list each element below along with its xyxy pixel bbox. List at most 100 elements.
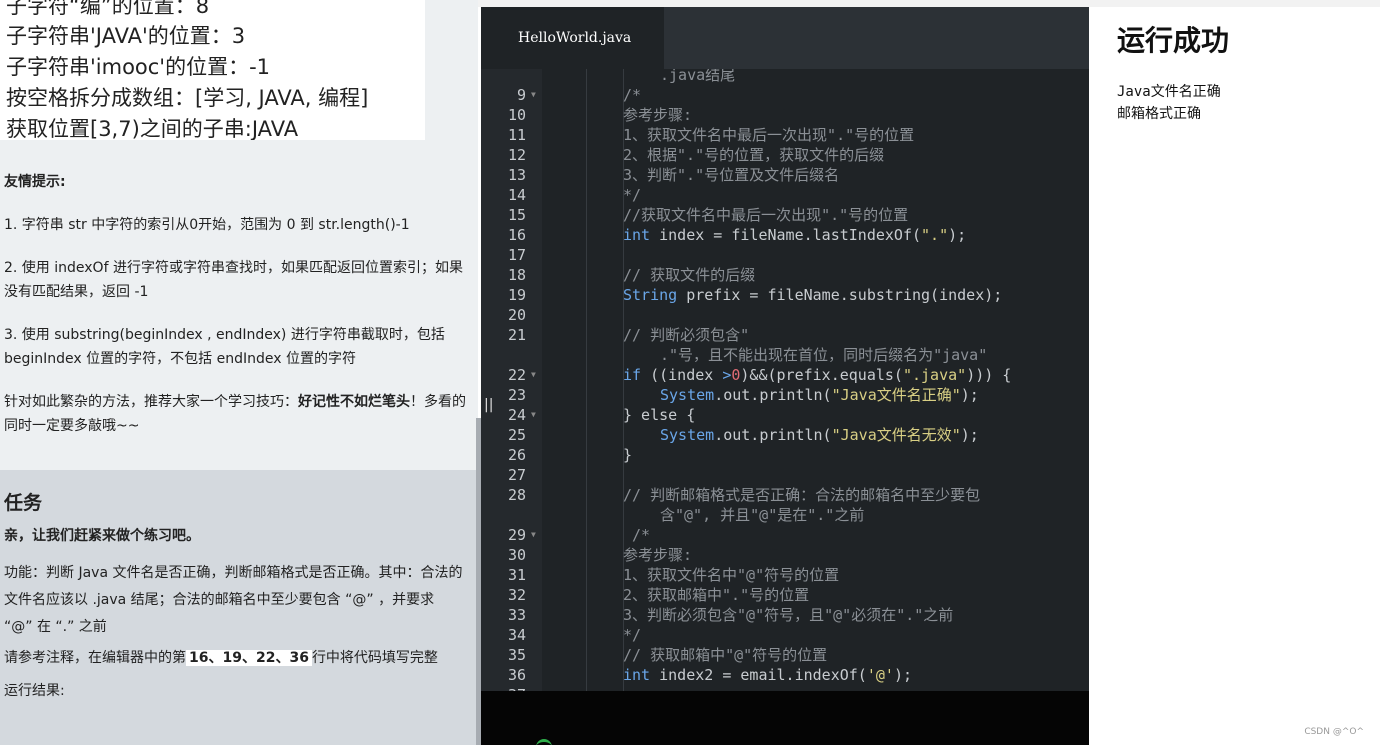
code-line[interactable]: 25 System.out.println("Java文件名无效");: [481, 425, 1089, 445]
code-line[interactable]: 15 //获取文件名中最后一次出现"."号的位置: [481, 205, 1089, 225]
code-line[interactable]: 27: [481, 465, 1089, 485]
line-number: 15: [507, 206, 526, 224]
line-number: 33: [507, 606, 526, 624]
code-token: // 获取文件的后缀: [623, 266, 756, 284]
result-output: Java文件名正确 邮箱格式正确: [1117, 81, 1221, 125]
result-line: 邮箱格式正确: [1117, 106, 1201, 122]
tab-helloworld-java[interactable]: HelloWorld.java: [481, 7, 664, 69]
code-line[interactable]: 26}: [481, 445, 1089, 465]
code-line[interactable]: 32 2、获取邮箱中"."号的位置: [481, 585, 1089, 605]
page: 子字符“编”的位置：8 子字符串'JAVA'的位置：3 子字符串'imooc'的…: [0, 0, 1380, 745]
code-line[interactable]: 14 */: [481, 185, 1089, 205]
code-area[interactable]: .java结尾 9 ▼ /* 10 参考步骤: 11 1、获取文件名中最后一次出现"."号的位…: [481, 69, 1089, 691]
code-line[interactable]: 16 int index = fileName.lastIndexOf(".");: [481, 225, 1089, 245]
code-line[interactable]: 21 // 判断必须包含": [481, 325, 1089, 345]
code-line[interactable]: 30 参考步骤:: [481, 545, 1089, 565]
code-line[interactable]: 29 ▼ /*: [481, 525, 1089, 545]
code-line[interactable]: 34 */: [481, 625, 1089, 645]
editor-tab-bar: HelloWorld.java: [481, 7, 1089, 69]
code-token: ((index: [641, 366, 723, 384]
code-token: 2、根据"."号的位置，获取文件的后缀: [623, 146, 885, 164]
code-line[interactable]: 13 3、判断"."号位置及文件后缀名: [481, 165, 1089, 185]
code-text: int index = fileName.lastIndexOf(".");: [623, 225, 966, 245]
code-line[interactable]: 19 String prefix = fileName.substring(ind…: [481, 285, 1089, 305]
task-reference-lines: 16、19、22、36: [186, 650, 312, 666]
code-text: 参考步骤:: [623, 545, 692, 565]
code-text: 2、获取邮箱中"."号的位置: [623, 585, 809, 605]
line-number: 31: [507, 566, 526, 584]
code-token: prefix = fileName.substring(index);: [677, 286, 1003, 304]
tip-item: 1. 字符串 str 中字符的索引从0开始，范围为 0 到 str.length…: [4, 217, 410, 233]
code-token: */: [623, 626, 642, 644]
instruction-panel: 子字符“编”的位置：8 子字符串'JAVA'的位置：3 子字符串'imooc'的…: [0, 0, 478, 745]
code-token: System: [660, 426, 715, 444]
code-token: "Java文件名正确": [831, 386, 961, 404]
code-line[interactable]: 33 3、判断必须包含"@"符号，且"@"必须在"."之前: [481, 605, 1089, 625]
output-line: 子字符“编”的位置：8: [6, 0, 210, 18]
code-line[interactable]: 35 // 获取邮箱中"@"符号的位置: [481, 645, 1089, 665]
output-line: 按空格拆分成数组：[学习, JAVA, 编程]: [6, 86, 369, 110]
task-description: 功能：判断 Java 文件名是否正确，判断邮箱格式是否正确。其中：合法的文件名应…: [4, 565, 463, 635]
code-text: System.out.println("Java文件名无效");: [660, 425, 979, 445]
code-line[interactable]: 9 ▼ /*: [481, 85, 1089, 105]
code-editor: HelloWorld.java .java结尾 9 ▼ /* 10 参考步骤: 11 1、获取…: [481, 7, 1089, 745]
tip-item: 3. 使用 substring(beginIndex , endIndex) 进…: [4, 327, 445, 367]
code-token: 3、判断必须包含"@"符号，且"@"必须在"."之前: [623, 606, 954, 624]
code-text: // 获取文件的后缀: [623, 265, 755, 285]
line-number: 27: [507, 466, 526, 484]
code-line[interactable]: 17: [481, 245, 1089, 265]
tips-closing-text: 针对如此繁杂的方法，推荐大家一个学习技巧：: [4, 394, 298, 410]
code-line[interactable]: 31 1、获取文件名中"@"符号的位置: [481, 565, 1089, 585]
code-line[interactable]: 含"@", 并且"@"是在"."之前: [481, 505, 1089, 525]
code-token: ."号，且不能出现在首位，同时后缀名为"java": [660, 346, 988, 364]
code-token: } else {: [623, 406, 696, 424]
code-line[interactable]: 10 参考步骤:: [481, 105, 1089, 125]
code-token: */: [623, 186, 642, 204]
code-token: String: [623, 286, 678, 304]
code-line[interactable]: 24 ▼} else {: [481, 405, 1089, 425]
fold-arrow-icon[interactable]: ▼: [531, 85, 536, 105]
watermark: CSDN @^O^: [1304, 727, 1364, 737]
code-text: //获取文件名中最后一次出现"."号的位置: [623, 205, 908, 225]
code-token: index = fileName.lastIndexOf(: [650, 226, 922, 244]
fold-arrow-icon[interactable]: ▼: [531, 525, 536, 545]
code-line[interactable]: 11 1、获取文件名中最后一次出现"."号的位置: [481, 125, 1089, 145]
line-number: 14: [507, 186, 526, 204]
code-token: ))) {: [966, 366, 1012, 384]
code-line[interactable]: ."号，且不能出现在首位，同时后缀名为"java": [481, 345, 1089, 365]
splitter-handle[interactable]: ||: [484, 397, 493, 413]
code-token: ".java": [902, 366, 967, 384]
code-line[interactable]: 18 // 获取文件的后缀: [481, 265, 1089, 285]
code-token: );: [948, 226, 967, 244]
code-text: } else {: [623, 405, 695, 425]
line-number: 22: [507, 366, 526, 384]
line-number: 20: [507, 306, 526, 324]
code-line[interactable]: .java结尾: [481, 69, 1089, 85]
line-number: 29: [507, 526, 526, 544]
line-number: 34: [507, 626, 526, 644]
run-result-label: 运行结果:: [4, 683, 65, 699]
code-token: int: [623, 666, 651, 684]
code-token: .out.println(: [714, 386, 832, 404]
fold-arrow-icon[interactable]: ▼: [531, 365, 536, 385]
code-line[interactable]: 28 // 判断邮箱格式是否正确：合法的邮箱名中至少要包: [481, 485, 1089, 505]
code-line[interactable]: 22 ▼ if ((index >0)&&(prefix.equals(".java…: [481, 365, 1089, 385]
result-line-text: 文件名正确: [1150, 84, 1221, 100]
code-line[interactable]: 23 System.out.println("Java文件名正确");: [481, 385, 1089, 405]
result-title: 运行成功: [1117, 24, 1230, 57]
code-token: int: [623, 226, 651, 244]
code-token: /*: [623, 526, 651, 544]
fold-arrow-icon[interactable]: ▼: [531, 405, 536, 425]
code-token: index2 = email.indexOf(: [650, 666, 867, 684]
task-subtitle: 亲，让我们赶紧来做个练习吧。: [4, 528, 200, 544]
code-token: 1、获取文件名中"@"符号的位置: [623, 566, 840, 584]
code-line[interactable]: 12 2、根据"."号的位置，获取文件的后缀: [481, 145, 1089, 165]
code-line[interactable]: 20: [481, 305, 1089, 325]
line-number: 28: [507, 486, 526, 504]
code-token: '@': [866, 666, 894, 684]
code-line[interactable]: 36 int index2 = email.indexOf('@');: [481, 665, 1089, 685]
code-token: .java结尾: [660, 69, 736, 84]
line-number: 9: [516, 86, 526, 104]
task-section: 任务 亲，让我们赶紧来做个练习吧。 功能：判断 Java 文件名是否正确，判断邮…: [0, 470, 478, 745]
line-number: 19: [507, 286, 526, 304]
